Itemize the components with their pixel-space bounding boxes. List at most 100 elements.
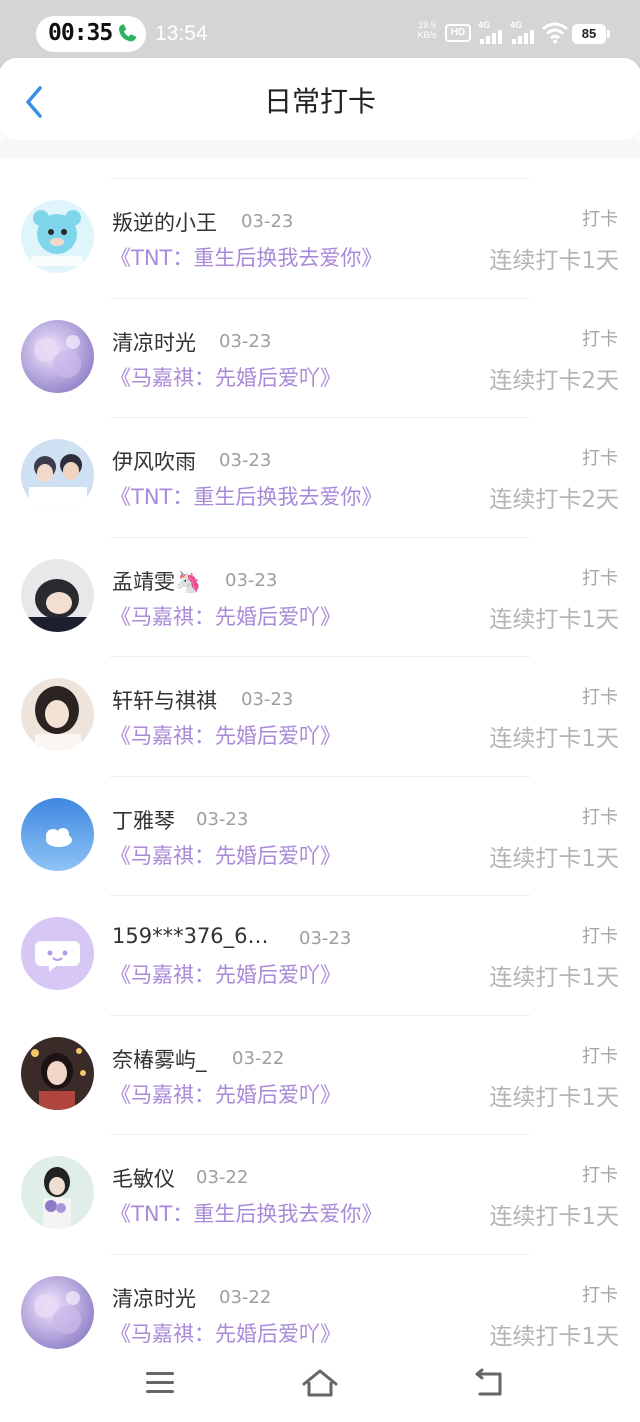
checkin-button[interactable]: 打卡 — [582, 922, 618, 948]
streak-count: 连续打卡1天 — [489, 606, 619, 633]
avatar[interactable] — [21, 319, 94, 393]
streak-count: 连续打卡2天 — [489, 367, 619, 394]
checkin-date: 03-23 — [225, 569, 278, 591]
list-item[interactable]: 159***376_6… 03-23 《马嘉祺：先婚后爱吖》 打卡 连续打卡1天 — [0, 895, 640, 1015]
network-speed-value: 19.9 — [418, 20, 436, 30]
checkin-date: 03-23 — [241, 211, 294, 232]
user-name: 轩轩与祺祺 — [112, 689, 217, 713]
user-name: 伊风吹雨 — [112, 450, 196, 474]
checkin-date: 03-23 — [196, 808, 249, 830]
cell-signal-1: 4G — [478, 20, 508, 48]
header-separator — [0, 140, 640, 158]
book-title-link[interactable]: 《马嘉祺：先婚后爱吖》 — [110, 720, 341, 750]
divider — [110, 1014, 530, 1016]
user-name: 丁雅琴 — [112, 808, 175, 833]
home-icon — [302, 1369, 338, 1397]
divider — [110, 1253, 530, 1255]
user-name: 叛逆的小王 — [112, 211, 217, 235]
avatar[interactable] — [21, 917, 94, 990]
checkin-button[interactable]: 打卡 — [582, 205, 618, 231]
checkin-button[interactable]: 打卡 — [582, 444, 618, 470]
signal-bars-icon — [512, 30, 534, 44]
divider — [110, 536, 530, 538]
call-duration: 00:35 — [48, 20, 113, 46]
avatar[interactable] — [21, 558, 94, 632]
back-nav-button[interactable] — [468, 1366, 508, 1400]
checkin-date: 03-22 — [219, 1286, 272, 1308]
ongoing-call-pill[interactable]: 00:35 — [36, 16, 146, 52]
network-speed: 19.9 KB/s — [414, 20, 440, 48]
checkin-button[interactable]: 打卡 — [582, 1161, 618, 1187]
hd-voice-icon: HD — [445, 24, 471, 42]
back-arrow-icon — [475, 1368, 502, 1396]
book-title-link[interactable]: 《马嘉祺：先婚后爱吖》 — [110, 840, 341, 870]
user-name: 159***376_6… — [112, 924, 269, 948]
avatar[interactable] — [21, 200, 94, 273]
book-title-link[interactable]: 《马嘉祺：先婚后爱吖》 — [110, 1318, 341, 1348]
checkin-button[interactable]: 打卡 — [582, 564, 618, 590]
header: 日常打卡 — [0, 58, 640, 140]
checkin-date: 03-23 — [241, 689, 294, 710]
home-button[interactable] — [300, 1366, 340, 1400]
clock: 13:54 — [155, 22, 208, 45]
network-type-label: 4G — [478, 20, 491, 30]
user-name: 孟靖雯🦄 — [112, 569, 202, 594]
system-nav-bar — [0, 1352, 640, 1422]
user-name: 毛敏仪 — [112, 1167, 175, 1191]
cell-signal-2: 4G — [510, 20, 540, 48]
list-item[interactable]: 清凉时光 03-23 《马嘉祺：先婚后爱吖》 打卡 连续打卡2天 — [0, 297, 640, 418]
checkin-date: 03-23 — [299, 928, 352, 949]
checkin-button[interactable]: 打卡 — [582, 1042, 618, 1068]
streak-count: 连续打卡1天 — [489, 1084, 619, 1111]
streak-count: 连续打卡1天 — [489, 1204, 619, 1230]
avatar[interactable] — [21, 1036, 94, 1110]
phone-icon — [119, 24, 137, 42]
signal-bars-icon — [480, 30, 502, 44]
streak-count: 连续打卡1天 — [489, 965, 619, 991]
book-title-link[interactable]: 《马嘉祺：先婚后爱吖》 — [110, 601, 341, 631]
divider — [110, 895, 530, 896]
streak-count: 连续打卡1天 — [489, 845, 619, 872]
checkin-button[interactable]: 打卡 — [582, 683, 618, 709]
list-item[interactable]: 孟靖雯🦄 03-23 《马嘉祺：先婚后爱吖》 打卡 连续打卡1天 — [0, 536, 640, 657]
checkin-date: 03-22 — [196, 1167, 249, 1188]
network-type-label: 4G — [510, 20, 523, 30]
avatar[interactable] — [21, 1156, 94, 1229]
list-item[interactable]: 轩轩与祺祺 03-23 《马嘉祺：先婚后爱吖》 打卡 连续打卡1天 — [0, 656, 640, 776]
list-item[interactable]: 毛敏仪 03-22 《TNT：重生后换我去爱你》 打卡 连续打卡1天 — [0, 1134, 640, 1254]
wifi-icon — [542, 22, 568, 44]
list-item[interactable]: 奈椿雾屿_ 03-22 《马嘉祺：先婚后爱吖》 打卡 连续打卡1天 — [0, 1014, 640, 1135]
list-item[interactable]: 伊风吹雨 03-23 《TNT：重生后换我去爱你》 打卡 连续打卡2天 — [0, 417, 640, 537]
book-title-link[interactable]: 《TNT：重生后换我去爱你》 — [110, 481, 382, 511]
checkin-list: 叛逆的小王 03-23 《TNT：重生后换我去爱你》 打卡 连续打卡1天 清凉时… — [0, 178, 640, 1373]
list-item[interactable]: 丁雅琴 03-23 《马嘉祺：先婚后爱吖》 打卡 连续打卡1天 — [0, 775, 640, 896]
divider — [110, 297, 530, 299]
streak-count: 连续打卡1天 — [489, 248, 619, 274]
avatar[interactable] — [21, 1275, 94, 1349]
streak-count: 连续打卡1天 — [489, 726, 619, 752]
page-title: 日常打卡 — [263, 85, 376, 118]
user-name: 清凉时光 — [112, 330, 196, 355]
divider — [110, 656, 530, 657]
checkin-date: 03-23 — [219, 450, 272, 471]
checkin-date: 03-22 — [232, 1047, 285, 1069]
list-item[interactable]: 叛逆的小王 03-23 《TNT：重生后换我去爱你》 打卡 连续打卡1天 — [0, 178, 640, 298]
book-title-link[interactable]: 《马嘉祺：先婚后爱吖》 — [110, 362, 341, 392]
avatar[interactable] — [21, 678, 94, 751]
book-title-link[interactable]: 《TNT：重生后换我去爱你》 — [110, 1198, 382, 1228]
book-title-link[interactable]: 《马嘉祺：先婚后爱吖》 — [110, 959, 341, 989]
avatar[interactable] — [21, 797, 94, 871]
avatar[interactable] — [21, 439, 94, 512]
checkin-button[interactable]: 打卡 — [582, 325, 618, 351]
divider — [110, 178, 530, 179]
book-title-link[interactable]: 《TNT：重生后换我去爱你》 — [110, 242, 382, 272]
book-title-link[interactable]: 《马嘉祺：先婚后爱吖》 — [110, 1079, 341, 1109]
streak-count: 连续打卡2天 — [489, 487, 619, 513]
battery-icon: 85 — [572, 24, 606, 44]
battery-tip — [607, 30, 610, 38]
menu-button[interactable] — [140, 1366, 180, 1400]
streak-count: 连续打卡1天 — [489, 1323, 619, 1350]
checkin-button[interactable]: 打卡 — [582, 803, 618, 829]
checkin-button[interactable]: 打卡 — [582, 1281, 618, 1307]
menu-icon — [146, 1372, 174, 1393]
